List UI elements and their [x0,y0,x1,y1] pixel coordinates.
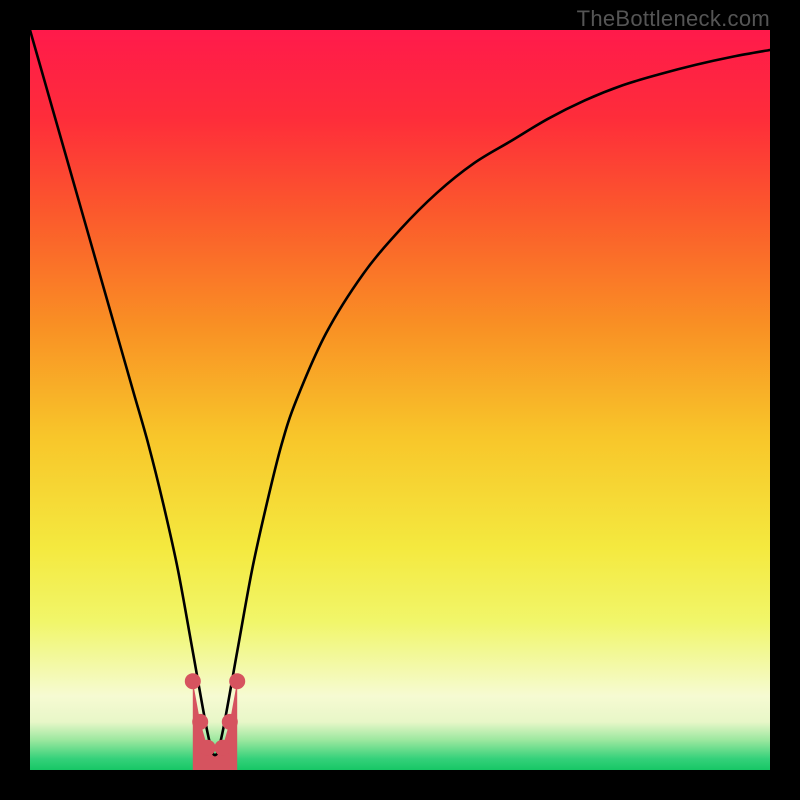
valley-marker [200,740,216,756]
valley-marker [185,673,201,689]
plot-area [30,30,770,770]
valley-marker [192,714,208,730]
valley-marker [222,714,238,730]
valley-marker [214,740,230,756]
valley-marker [229,673,245,689]
bottleneck-curve [30,30,770,755]
chart-svg [30,30,770,770]
chart-frame: TheBottleneck.com [0,0,800,800]
watermark-text: TheBottleneck.com [577,6,770,32]
